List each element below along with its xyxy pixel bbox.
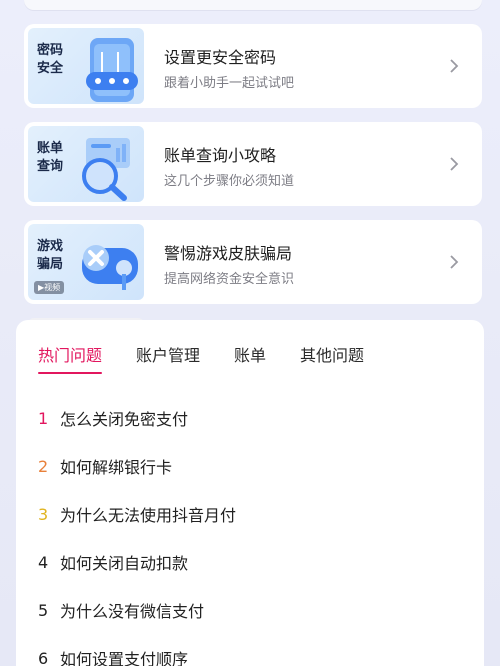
list-item[interactable]: 6 如何设置支付顺序: [38, 634, 236, 666]
list-item[interactable]: 3 为什么无法使用抖音月付: [38, 490, 236, 538]
rank-number: 2: [38, 456, 49, 476]
list-item[interactable]: 2 如何解绑银行卡: [38, 442, 236, 490]
question-text: 如何设置支付顺序: [60, 650, 189, 666]
card-bill-query[interactable]: 账单查询 账单查询小攻略 这几个步骤你必须知道: [24, 122, 482, 206]
card-subtitle: 跟着小助手一起试试吧: [164, 76, 295, 91]
tab-other-questions[interactable]: 其他问题: [300, 342, 364, 374]
rank-number: 3: [38, 504, 49, 524]
question-text: 为什么无法使用抖音月付: [60, 506, 237, 525]
phone-password-icon: [86, 38, 138, 102]
card-title: 设置更安全密码: [164, 48, 277, 67]
card-thumbnail: 账单查询: [28, 126, 144, 202]
rank-number: 1: [38, 408, 49, 428]
card-subtitle: 提高网络资金安全意识: [164, 272, 295, 287]
chevron-right-icon: [450, 157, 459, 171]
previous-card-edge: [24, 0, 482, 10]
tab-hot-questions[interactable]: 热门问题: [38, 342, 103, 374]
rank-number: 5: [38, 600, 49, 620]
video-tag: ▶视频: [34, 281, 65, 294]
list-item[interactable]: 1 怎么关闭免密支付: [38, 394, 236, 442]
list-item[interactable]: 5 为什么没有微信支付: [38, 586, 236, 634]
rank-number: 4: [38, 552, 49, 572]
card-subtitle: 这几个步骤你必须知道: [164, 174, 295, 189]
card-title: 警惕游戏皮肤骗局: [164, 244, 293, 263]
card-title: 账单查询小攻略: [164, 146, 277, 165]
question-text: 为什么没有微信支付: [60, 602, 205, 621]
list-item[interactable]: 4 如何关闭自动扣款: [38, 538, 236, 586]
rank-number: 6: [38, 648, 49, 666]
question-text: 如何解绑银行卡: [60, 458, 173, 477]
faq-tabs: 热门问题 账户管理 账单 其他问题: [38, 342, 398, 374]
chevron-right-icon: [450, 59, 459, 73]
card-secure-password[interactable]: 密码安全 设置更安全密码 跟着小助手一起试试吧: [24, 24, 482, 108]
question-text: 如何关闭自动扣款: [60, 554, 189, 573]
tab-bill[interactable]: 账单: [234, 342, 266, 374]
card-thumbnail: 游戏骗局 ▶视频: [28, 224, 144, 300]
question-text: 怎么关闭免密支付: [60, 410, 189, 429]
bill-search-icon: [82, 138, 130, 201]
card-thumbnail: 密码安全: [28, 28, 144, 104]
faq-panel: 热门问题 账户管理 账单 其他问题 1 怎么关闭免密支付 2 如何解绑银行卡 3…: [16, 320, 484, 666]
question-list: 1 怎么关闭免密支付 2 如何解绑银行卡 3 为什么无法使用抖音月付 4 如何关…: [38, 394, 236, 666]
chevron-right-icon: [450, 255, 459, 269]
card-game-skin-scam[interactable]: 游戏骗局 ▶视频 警惕游戏皮肤骗局 提高网络资金安全意识: [24, 220, 482, 304]
tab-account-management[interactable]: 账户管理: [136, 342, 200, 374]
